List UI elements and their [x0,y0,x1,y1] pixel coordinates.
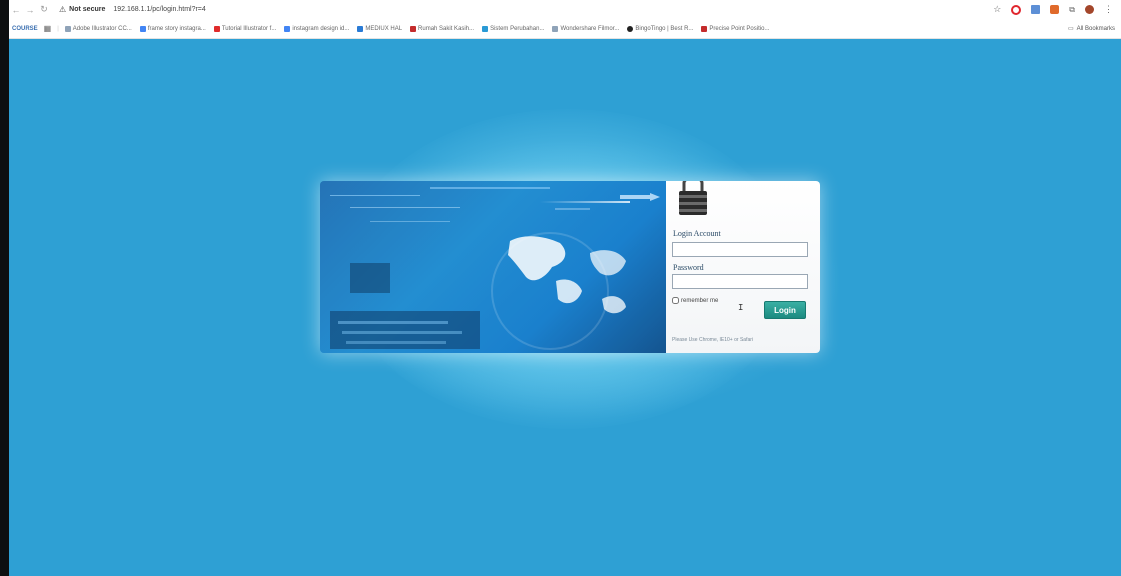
all-bookmarks[interactable]: ▭ All Bookmarks [1067,25,1115,33]
bookmark-item[interactable]: Wondershare Filmor... [552,25,619,32]
bookmark-item[interactable]: Rumah Sakit Kasih... [410,25,474,32]
url-text[interactable]: 192.168.1.1/pc/login.html?r=4 [113,6,205,13]
extension-icon[interactable] [1031,5,1041,14]
bookmark-item[interactable]: instagram design id... [284,25,349,32]
login-button[interactable]: Login [764,301,806,319]
bookmark-item[interactable]: Precise Point Positio... [701,25,769,32]
login-page: Login Account Password remember me Login… [9,39,1121,576]
folder-icon: ▭ [1067,26,1074,32]
menu-icon[interactable]: ⋮ [1104,4,1113,15]
login-account-label: Login Account [673,229,721,238]
browser-toolbar: ← → ↻ ⚠ Not secure 192.168.1.1/pc/login.… [9,0,1121,19]
password-input[interactable] [672,274,808,289]
world-map-illustration [330,187,660,350]
bookmark-item[interactable]: BingoTingo | Best R... [627,25,693,32]
browser-hint: Please Use Chrome, IE10+ or Safari [672,337,754,343]
remember-me-label: remember me [681,297,719,304]
security-label[interactable]: Not secure [69,6,105,13]
avatar[interactable] [1085,5,1094,14]
divider: | [57,25,59,32]
bookmark-item[interactable]: Sistem Perubahan... [482,25,544,32]
left-edge-bar [0,0,9,576]
warning-icon[interactable]: ⚠ [59,5,66,14]
bookmarks-bar: COURSE ▦ | Adobe Illustrator CC... frame… [9,19,1121,39]
puzzle-icon[interactable]: ⧉ [1069,5,1075,15]
world-map-banner [320,181,666,353]
back-icon[interactable]: ← [9,5,23,15]
bookmark-item[interactable]: Tutorial Illustrator f... [213,25,276,32]
bookmark-item[interactable]: Adobe Illustrator CC... [64,25,132,32]
bookmark-item[interactable]: MEDIUX HAL [357,25,402,32]
remember-me[interactable]: remember me [672,297,718,304]
lock-icon [676,181,710,222]
forward-icon[interactable]: → [23,5,37,15]
login-panel: Login Account Password remember me Login… [320,181,820,353]
password-label: Password [673,263,704,272]
remember-me-checkbox[interactable] [672,297,679,304]
text-cursor-icon: I [738,303,744,313]
star-icon[interactable]: ☆ [993,4,1001,15]
extension-icon-2[interactable] [1050,5,1060,14]
toolbar-actions: ☆ ⧉ ⋮ [993,0,1113,19]
opera-extension-icon[interactable] [1011,4,1022,15]
bookmark-course[interactable]: COURSE [12,26,38,32]
address-bar[interactable]: ⚠ Not secure 192.168.1.1/pc/login.html?r… [59,5,206,14]
apps-icon[interactable]: ▦ [44,24,52,33]
login-form: Login Account Password remember me Login… [666,181,820,353]
reload-icon[interactable]: ↻ [37,4,51,15]
login-account-input[interactable] [672,242,808,257]
bookmark-item[interactable]: frame story instagra... [139,25,206,32]
